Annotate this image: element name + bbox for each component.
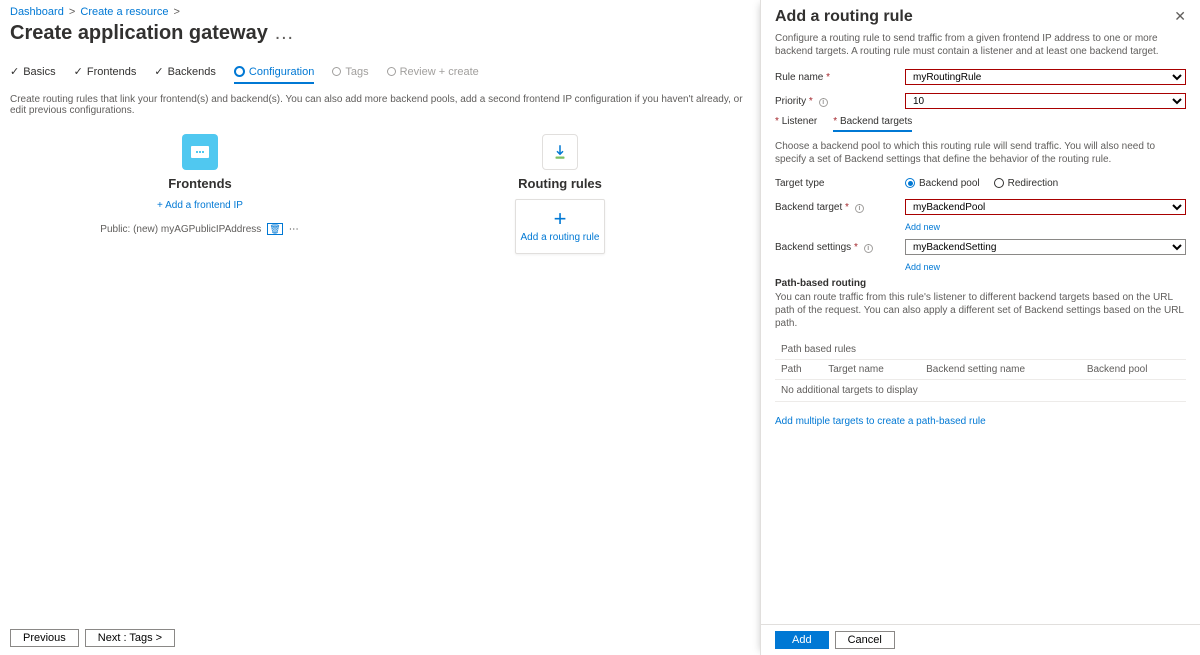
tab-configuration[interactable]: Configuration bbox=[234, 62, 314, 84]
close-icon[interactable]: ✕ bbox=[1174, 8, 1186, 25]
config-description: Create routing rules that link your fron… bbox=[0, 84, 760, 134]
previous-button[interactable]: Previous bbox=[10, 629, 79, 647]
info-icon[interactable]: i bbox=[819, 98, 828, 107]
add-routing-rule-panel: Add a routing rule ✕ Configure a routing… bbox=[760, 0, 1200, 655]
tab-basics[interactable]: Basics bbox=[10, 61, 56, 84]
tab-review[interactable]: Review + create bbox=[387, 62, 479, 84]
wizard-tabs: Basics Frontends Backends Configuration … bbox=[0, 61, 760, 84]
next-button[interactable]: Next : Tags > bbox=[85, 629, 175, 647]
frontends-icon bbox=[182, 134, 218, 170]
routing-column: Routing rules + Add a routing rule bbox=[450, 134, 670, 254]
add-routing-rule-card[interactable]: + Add a routing rule bbox=[515, 199, 605, 254]
rule-name-input[interactable]: myRoutingRule bbox=[905, 69, 1186, 85]
breadcrumb: Dashboard > Create a resource > bbox=[0, 0, 760, 18]
frontends-heading: Frontends bbox=[90, 176, 310, 191]
path-rules-table: Path based rules Path Target name Backen… bbox=[775, 340, 1186, 402]
info-icon[interactable]: i bbox=[855, 204, 864, 213]
sub-tab-listener[interactable]: * Listener bbox=[775, 116, 817, 132]
panel-title: Add a routing rule bbox=[775, 8, 913, 26]
add-new-backend-settings-link[interactable]: Add new bbox=[905, 262, 1186, 272]
tab-frontends[interactable]: Frontends bbox=[74, 61, 137, 84]
path-routing-hint: You can route traffic from this rule's l… bbox=[775, 291, 1186, 330]
info-icon[interactable]: i bbox=[864, 244, 873, 253]
backend-settings-select[interactable]: myBackendSetting bbox=[905, 239, 1186, 255]
frontends-column: Frontends + Add a frontend IP Public: (n… bbox=[90, 134, 310, 254]
path-rules-empty: No additional targets to display bbox=[775, 380, 1186, 402]
add-multiple-targets-link[interactable]: Add multiple targets to create a path-ba… bbox=[775, 416, 1186, 427]
tab-backends[interactable]: Backends bbox=[154, 61, 216, 84]
frontend-item-label: Public: (new) myAGPublicIPAddress bbox=[100, 224, 261, 235]
frontend-more-icon[interactable]: ⋯ bbox=[289, 224, 300, 235]
sub-tab-backend-targets[interactable]: * Backend targets bbox=[833, 116, 912, 132]
breadcrumb-create-resource[interactable]: Create a resource bbox=[80, 6, 168, 18]
routing-heading: Routing rules bbox=[450, 176, 670, 191]
delete-frontend-icon[interactable]: 🗑 bbox=[267, 223, 282, 235]
cancel-button[interactable]: Cancel bbox=[835, 631, 895, 649]
priority-input[interactable]: 10 bbox=[905, 93, 1186, 109]
backend-target-select[interactable]: myBackendPool bbox=[905, 199, 1186, 215]
add-frontend-ip-link[interactable]: + Add a frontend IP bbox=[157, 200, 243, 211]
routing-icon bbox=[542, 134, 578, 170]
breadcrumb-dashboard[interactable]: Dashboard bbox=[10, 6, 64, 18]
target-type-backend-pool-radio[interactable]: Backend pool bbox=[905, 178, 980, 189]
path-routing-heading: Path-based routing bbox=[775, 278, 1186, 289]
backend-hint: Choose a backend pool to which this rout… bbox=[775, 140, 1186, 166]
target-type-redirection-radio[interactable]: Redirection bbox=[994, 178, 1059, 189]
add-button[interactable]: Add bbox=[775, 631, 829, 649]
tab-tags[interactable]: Tags bbox=[332, 62, 368, 84]
add-new-backend-target-link[interactable]: Add new bbox=[905, 222, 1186, 232]
plus-icon: + bbox=[520, 210, 600, 228]
page-title: Create application gateway… bbox=[0, 18, 760, 61]
panel-description: Configure a routing rule to send traffic… bbox=[775, 32, 1186, 58]
